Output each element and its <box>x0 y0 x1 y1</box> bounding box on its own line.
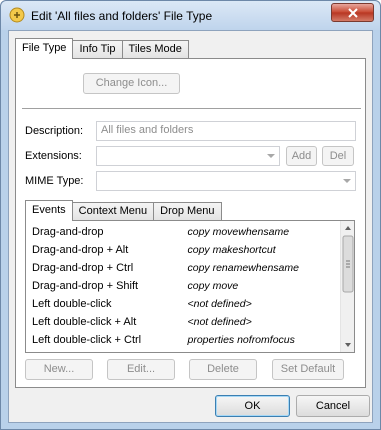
main-tab-strip: File Type Info Tip Tiles Mode <box>15 38 189 59</box>
event-action: <not defined> <box>187 298 252 310</box>
mime-type-combo[interactable] <box>96 171 356 191</box>
title-bar[interactable]: Edit 'All files and folders' File Type <box>1 1 380 30</box>
event-action: <not defined> <box>187 316 252 328</box>
dialog-window: Edit 'All files and folders' File Type F… <box>0 0 381 430</box>
dialog-client-area: File Type Info Tip Tiles Mode Change Ico… <box>8 30 373 423</box>
event-name: Left double-click + Ctrl <box>32 334 142 346</box>
table-row[interactable]: Drag-and-drop + Shift copy move <box>26 277 340 295</box>
description-field[interactable]: All files and folders <box>96 121 356 141</box>
edit-event-button[interactable]: Edit... <box>107 359 175 380</box>
separator <box>22 108 361 109</box>
table-row[interactable]: Left double-click + Alt <not defined> <box>26 313 340 331</box>
event-name: Drag-and-drop + Ctrl <box>32 262 134 274</box>
close-icon <box>348 8 358 18</box>
table-row[interactable]: Left double-click + Ctrl properties nofr… <box>26 331 340 349</box>
event-action: properties nofromfocus <box>187 334 295 346</box>
event-name: Drag-and-drop + Alt <box>32 244 129 256</box>
scroll-up-icon <box>345 226 351 230</box>
event-name: Drag-and-drop + Shift <box>32 280 139 292</box>
file-type-panel: Change Icon... Description: All files an… <box>15 58 366 388</box>
tab-events[interactable]: Events <box>25 200 73 221</box>
ok-button[interactable]: OK <box>215 395 290 417</box>
events-table: Drag-and-drop copy movewhensame Drag-and… <box>26 223 340 349</box>
window-title: Edit 'All files and folders' File Type <box>31 9 213 23</box>
extensions-label: Extensions: <box>25 150 82 162</box>
description-label: Description: <box>25 125 84 137</box>
event-action: copy movewhensame <box>187 226 290 238</box>
event-name: Drag-and-drop <box>32 226 104 238</box>
delete-extension-button[interactable]: Del <box>322 146 354 166</box>
scroll-down-icon <box>345 343 351 347</box>
table-row[interactable]: Drag-and-drop + Alt copy makeshortcut <box>26 241 340 259</box>
event-action: copy move <box>187 280 239 292</box>
tab-file-type[interactable]: File Type <box>15 38 74 59</box>
event-tab-strip: Events Context Menu Drop Menu <box>25 200 222 221</box>
extensions-combo[interactable] <box>96 146 280 166</box>
event-name: Left double-click + Alt <box>32 316 137 328</box>
add-extension-button[interactable]: Add <box>286 146 317 166</box>
table-row[interactable]: Drag-and-drop + Ctrl copy renamewhensame <box>26 259 340 277</box>
tab-tiles-mode[interactable]: Tiles Mode <box>121 40 189 59</box>
events-list[interactable]: Drag-and-drop copy movewhensame Drag-and… <box>25 220 355 353</box>
close-button[interactable] <box>331 3 374 22</box>
table-row[interactable]: Drag-and-drop copy movewhensame <box>26 223 340 241</box>
table-row[interactable]: Left double-click <not defined> <box>26 295 340 313</box>
change-icon-button[interactable]: Change Icon... <box>83 73 180 94</box>
event-action: copy makeshortcut <box>187 244 276 256</box>
tab-info-tip[interactable]: Info Tip <box>72 40 123 59</box>
tab-context-menu[interactable]: Context Menu <box>71 202 155 221</box>
set-default-button[interactable]: Set Default <box>272 359 344 380</box>
event-name: Left double-click <box>32 298 112 310</box>
app-icon <box>9 7 25 23</box>
tab-drop-menu[interactable]: Drop Menu <box>153 202 222 221</box>
delete-event-button[interactable]: Delete <box>189 359 257 380</box>
new-event-button[interactable]: New... <box>25 359 93 380</box>
events-scrollbar[interactable] <box>340 221 354 352</box>
chevron-down-icon <box>267 154 275 158</box>
event-action: copy renamewhensame <box>187 262 299 274</box>
chevron-down-icon <box>343 179 351 183</box>
mime-type-label: MIME Type: <box>25 175 84 187</box>
cancel-button[interactable]: Cancel <box>296 395 370 417</box>
